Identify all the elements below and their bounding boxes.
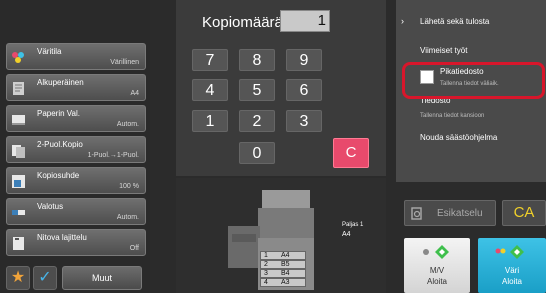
tray-2[interactable]: 2 B5 bbox=[260, 260, 306, 269]
duplex-icon bbox=[12, 145, 25, 158]
menu-recall-program[interactable]: Nouda säästöohjelma bbox=[420, 133, 497, 142]
original-icon bbox=[13, 82, 24, 95]
start-color-button[interactable]: Väri Aloita bbox=[478, 238, 546, 293]
setting-label: Nitova lajittelu bbox=[37, 233, 87, 242]
paper-select-icon bbox=[12, 115, 25, 125]
color-start-icon bbox=[495, 245, 524, 259]
setting-value: Autom. bbox=[116, 214, 139, 221]
clear-all-button[interactable]: CA bbox=[502, 200, 546, 226]
bw-bottom-label: Aloita bbox=[426, 277, 447, 286]
key-4[interactable]: 4 bbox=[192, 79, 228, 101]
bw-top-label: M/V bbox=[429, 266, 445, 275]
key-3[interactable]: 3 bbox=[286, 110, 322, 132]
setting-value: 100 % bbox=[119, 183, 139, 190]
clear-key[interactable]: C bbox=[333, 138, 369, 168]
exposure-icon bbox=[12, 210, 25, 215]
key-1[interactable]: 1 bbox=[192, 110, 228, 132]
checkmark-icon[interactable]: ✓ bbox=[33, 266, 57, 290]
menu-file-sub: Tallenna tiedot kansioon bbox=[420, 113, 485, 119]
output-tray-label: Paljas 1 bbox=[342, 222, 364, 228]
start-bw-button[interactable]: M/V Aloita bbox=[404, 238, 470, 293]
preview-icon bbox=[411, 207, 422, 220]
copy-count-keypad: Kopiomäärä 1 7 8 9 4 5 6 1 2 3 0 C bbox=[176, 0, 386, 176]
key-0[interactable]: 0 bbox=[239, 142, 275, 164]
color-mode-icon bbox=[12, 52, 24, 63]
setting-exposure[interactable]: Valotus Autom. bbox=[6, 198, 146, 225]
setting-value: Autom. bbox=[116, 121, 139, 128]
setting-label: Alkuperäinen bbox=[37, 78, 84, 87]
setting-ratio[interactable]: Kopiosuhde 100 % bbox=[6, 167, 146, 194]
preview-label: Esikatselu bbox=[437, 208, 483, 219]
tray-3[interactable]: 3 B4 bbox=[260, 269, 306, 278]
staple-sort-icon bbox=[13, 237, 24, 250]
machine-preview: Paljas 1 A4 1 A4 2 B5 3 B4 4 A3 bbox=[176, 178, 386, 293]
output-paper-size: A4 bbox=[342, 231, 351, 238]
setting-label: Paperin Val. bbox=[37, 109, 80, 118]
star-icon[interactable]: ★ bbox=[6, 266, 30, 290]
setting-paper-select[interactable]: Paperin Val. Autom. bbox=[6, 105, 146, 132]
menu-send-and-print[interactable]: Lähetä sekä tulosta bbox=[420, 17, 489, 26]
setting-label: 2-Puol.Kopio bbox=[37, 140, 83, 149]
color-bottom-label: Aloita bbox=[501, 277, 522, 286]
key-5[interactable]: 5 bbox=[239, 79, 275, 101]
key-2[interactable]: 2 bbox=[239, 110, 275, 132]
copy-count-field[interactable]: 1 bbox=[280, 10, 330, 32]
copy-count-label: Kopiomäärä bbox=[202, 14, 283, 31]
setting-value: A4 bbox=[130, 90, 139, 97]
more-button[interactable]: Muut bbox=[62, 266, 142, 290]
setting-label: Valotus bbox=[37, 202, 64, 211]
setting-color-mode[interactable]: Väritila Värillinen bbox=[6, 43, 146, 70]
setting-value: 1-Puol.→1-Puol. bbox=[87, 152, 139, 159]
key-7[interactable]: 7 bbox=[192, 49, 228, 71]
setting-staple-sort[interactable]: Nitova lajittelu Off bbox=[6, 229, 146, 256]
preview-button[interactable]: Esikatselu bbox=[404, 200, 496, 226]
setting-value: Värillinen bbox=[110, 59, 139, 66]
setting-value: Off bbox=[129, 245, 139, 252]
tray-4[interactable]: 4 A3 bbox=[260, 278, 306, 287]
key-6[interactable]: 6 bbox=[286, 79, 322, 101]
bw-start-icon bbox=[423, 245, 449, 259]
ratio-icon bbox=[12, 175, 25, 188]
color-top-label: Väri bbox=[504, 266, 520, 275]
tray-1[interactable]: 1 A4 bbox=[260, 251, 306, 260]
setting-label: Väritila bbox=[37, 47, 62, 56]
menu-recent-jobs[interactable]: Viimeiset työt bbox=[420, 46, 467, 55]
key-8[interactable]: 8 bbox=[239, 49, 275, 71]
settings-panel: Väritila Värillinen Alkuperäinen A4 Pape… bbox=[0, 0, 150, 293]
setting-label: Kopiosuhde bbox=[37, 171, 80, 180]
key-9[interactable]: 9 bbox=[286, 49, 322, 71]
setting-original[interactable]: Alkuperäinen A4 bbox=[6, 74, 146, 101]
quick-file-checkbox[interactable] bbox=[420, 70, 434, 84]
setting-duplex[interactable]: 2-Puol.Kopio 1-Puol.→1-Puol. bbox=[6, 136, 146, 163]
chevron-right-icon[interactable]: › bbox=[401, 16, 404, 26]
